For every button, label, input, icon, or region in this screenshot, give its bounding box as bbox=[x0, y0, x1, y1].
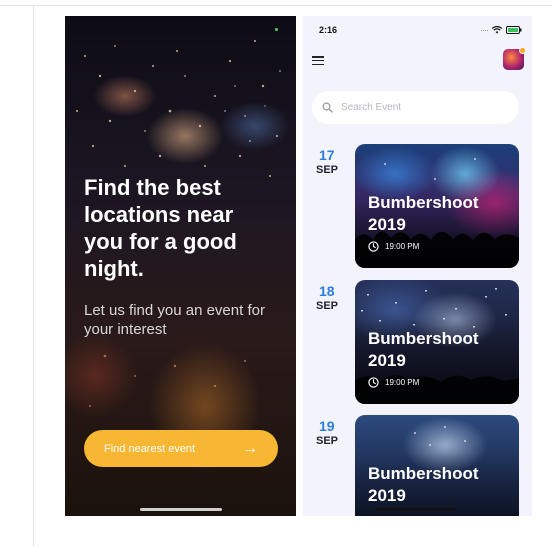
search-bar[interactable] bbox=[312, 91, 519, 124]
event-row: 17 SEP Bumbershoot 2019 19:00 PM bbox=[303, 144, 532, 268]
welcome-screen: Find the best locations near you for a g… bbox=[65, 16, 296, 516]
wifi-icon bbox=[492, 26, 502, 34]
top-divider bbox=[0, 0, 552, 6]
design-canvas: Find the best locations near you for a g… bbox=[0, 0, 552, 547]
event-card[interactable]: Bumbershoot 2019 19:00 PM bbox=[355, 280, 519, 404]
hero-headline: Find the best locations near you for a g… bbox=[84, 175, 237, 281]
events-screen: 2:16 ···· 17 bbox=[303, 16, 532, 516]
camera-indicator bbox=[275, 28, 278, 31]
event-title: Bumbershoot 2019 bbox=[368, 464, 479, 505]
event-day: 17 bbox=[319, 147, 335, 163]
status-time: 2:16 bbox=[319, 25, 338, 35]
event-day: 18 bbox=[319, 283, 335, 299]
notification-badge bbox=[519, 47, 526, 54]
clock-icon bbox=[368, 241, 379, 252]
status-icons: ···· bbox=[480, 25, 522, 35]
event-row: 19 SEP Bumbershoot 2019 bbox=[303, 415, 532, 516]
home-indicator[interactable] bbox=[140, 508, 222, 511]
event-title: Bumbershoot 2019 bbox=[368, 329, 479, 370]
cta-label: Find nearest event bbox=[104, 442, 196, 455]
event-month: SEP bbox=[316, 435, 339, 447]
event-card[interactable]: Bumbershoot 2019 bbox=[355, 415, 519, 516]
event-time-label: 19:00 PM bbox=[385, 242, 420, 251]
event-card[interactable]: Bumbershoot 2019 19:00 PM bbox=[355, 144, 519, 268]
event-row: 18 SEP Bumbershoot 2019 19:00 PM bbox=[303, 280, 532, 404]
avatar[interactable] bbox=[503, 47, 526, 70]
hamburger-menu-icon[interactable] bbox=[312, 56, 324, 66]
event-title: Bumbershoot 2019 bbox=[368, 193, 479, 234]
event-time: 19:00 PM bbox=[368, 241, 419, 252]
event-time-label: 19:00 PM bbox=[385, 378, 420, 387]
clock-icon bbox=[368, 377, 379, 388]
search-icon bbox=[322, 102, 333, 113]
event-time: 19:00 PM bbox=[368, 377, 419, 388]
left-divider bbox=[33, 6, 34, 547]
arrow-right-icon: → bbox=[242, 439, 258, 457]
event-month: SEP bbox=[316, 300, 339, 312]
find-nearest-event-button[interactable]: Find nearest event → bbox=[84, 430, 278, 467]
event-month: SEP bbox=[316, 164, 339, 176]
event-day: 19 bbox=[319, 418, 335, 434]
home-indicator[interactable] bbox=[375, 508, 457, 511]
search-input[interactable] bbox=[341, 102, 501, 113]
signal-dots-icon: ···· bbox=[480, 25, 489, 35]
hero-subtitle: Let us find you an event for your intere… bbox=[84, 302, 265, 338]
battery-charging-icon bbox=[506, 26, 522, 34]
